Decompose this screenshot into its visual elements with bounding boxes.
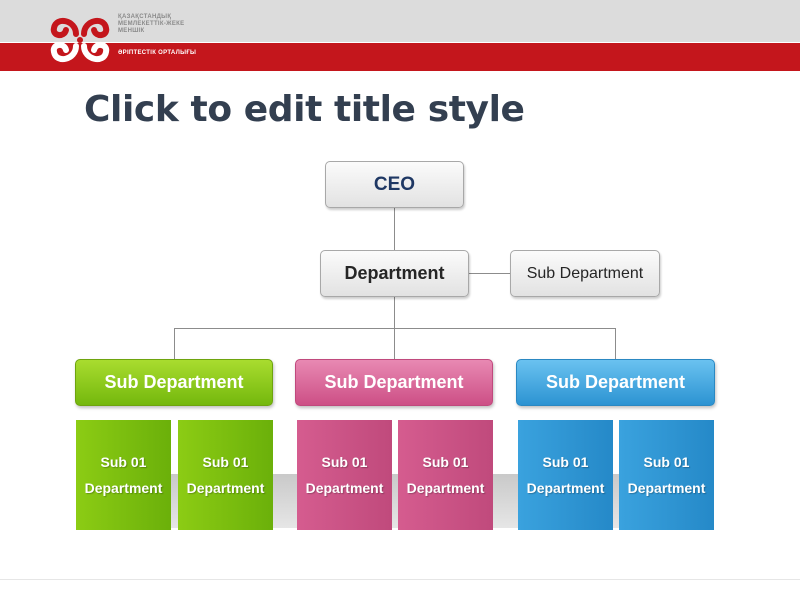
- department-label: Department: [186, 480, 265, 496]
- department-label: Department: [406, 480, 485, 496]
- connector-ceo-department: [394, 208, 395, 250]
- sub01-label: Sub 01: [643, 454, 690, 470]
- sub01-department-green-2[interactable]: Sub 01 Department: [178, 420, 273, 530]
- sub01-department-green-1[interactable]: Sub 01 Department: [76, 420, 171, 530]
- gray-band-2: [272, 474, 298, 528]
- sub01-label: Sub 01: [321, 454, 368, 470]
- footer-divider: [0, 579, 800, 580]
- header-red-band: [0, 43, 800, 71]
- sub01-department-blue-1[interactable]: Sub 01 Department: [518, 420, 613, 530]
- sub01-label: Sub 01: [100, 454, 147, 470]
- department-box[interactable]: Department: [320, 250, 469, 297]
- ornament-logo-icon: [50, 17, 110, 63]
- connector-department-side: [469, 273, 510, 274]
- ceo-box[interactable]: CEO: [325, 161, 464, 208]
- connector-horizontal-bus: [174, 328, 615, 329]
- sub01-department-pink-2[interactable]: Sub 01 Department: [398, 420, 493, 530]
- department-label: Department: [84, 480, 163, 496]
- sub01-department-pink-1[interactable]: Sub 01 Department: [297, 420, 392, 530]
- slide-title[interactable]: Click to edit title style: [84, 89, 525, 130]
- sub-department-pink[interactable]: Sub Department: [295, 359, 493, 406]
- sub01-label: Sub 01: [422, 454, 469, 470]
- sub01-department-blue-2[interactable]: Sub 01 Department: [619, 420, 714, 530]
- connector-right-drop: [615, 328, 616, 359]
- department-label: Department: [627, 480, 706, 496]
- department-label: Department: [526, 480, 605, 496]
- sub-department-green[interactable]: Sub Department: [75, 359, 273, 406]
- gray-band-4: [492, 474, 518, 528]
- org-name-line-2: ӘРІПТЕСТІК ОРТАЛЫҒЫ: [118, 50, 197, 56]
- department-label: Department: [305, 480, 384, 496]
- org-name-line-1: ҚАЗАҚСТАНДЫҚ МЕМЛЕКЕТТІК-ЖЕКЕ МЕНШІК: [118, 14, 185, 34]
- connector-left-drop: [174, 328, 175, 359]
- sub01-label: Sub 01: [202, 454, 249, 470]
- side-sub-department-box[interactable]: Sub Department: [510, 250, 660, 297]
- sub01-label: Sub 01: [542, 454, 589, 470]
- sub-department-blue[interactable]: Sub Department: [516, 359, 715, 406]
